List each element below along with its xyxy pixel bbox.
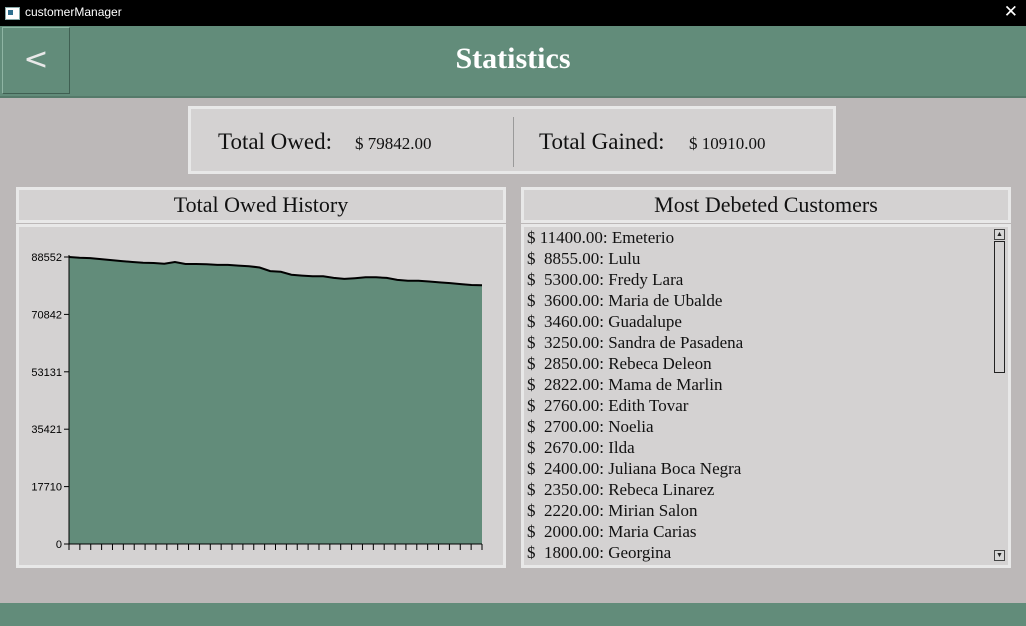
total-owed-label: Total Owed: [218, 129, 333, 154]
total-gained-label: Total Gained: [539, 129, 665, 154]
debtor-list-item[interactable]: $ 3250.00: Sandra de Pasadena [524, 332, 1008, 353]
history-panel-title: Total Owed History [16, 187, 506, 223]
debtor-list-item[interactable]: $ 3600.00: Maria de Ubalde [524, 290, 1008, 311]
y-tick-label: 35421 [31, 424, 62, 436]
debtor-list-item[interactable]: $ 5300.00: Fredy Lara [524, 269, 1008, 290]
app-icon [5, 7, 20, 20]
debtor-list-item[interactable]: $ 2850.00: Rebeca Deleon [524, 353, 1008, 374]
history-chart-panel: 0 17710 35421 53131 70842 88552 [16, 224, 506, 568]
debtors-list[interactable]: $ 11400.00: Emeterio $ 8855.00: Lulu $ 530… [521, 224, 1011, 568]
page-title: Statistics [455, 42, 571, 75]
y-tick-label: 70842 [31, 309, 62, 321]
debtor-list-item[interactable]: $ 2822.00: Mama de Marlin [524, 374, 1008, 395]
debtor-list-item[interactable]: $ 8855.00: Lulu [524, 248, 1008, 269]
debtor-list-item[interactable]: $ 2220.00: Mirian Salon [524, 500, 1008, 521]
close-icon[interactable]: ✕ [1004, 2, 1018, 22]
window-title: customerManager [25, 5, 122, 19]
debtors-scrollbar[interactable]: ▲ ▼ [994, 227, 1007, 563]
debtor-list-item[interactable]: $ 2000.00: Maria Carias [524, 521, 1008, 542]
debtor-list-item[interactable]: $ 2760.00: Edith Tovar [524, 395, 1008, 416]
debtor-list-item[interactable]: $ 2700.00: Noelia [524, 416, 1008, 437]
debtor-list-item[interactable]: $ 2400.00: Juliana Boca Negra [524, 458, 1008, 479]
y-tick-label: 0 [56, 539, 62, 551]
debtor-list-item[interactable]: $ 3460.00: Guadalupe [524, 311, 1008, 332]
y-tick-label: 53131 [31, 367, 62, 379]
owed-area [69, 257, 482, 544]
debtor-list-item[interactable]: $ 11400.00: Emeterio [524, 227, 1008, 248]
owed-history-chart: 0 17710 35421 53131 70842 88552 [31, 252, 483, 551]
total-gained-value: $ 10910.00 [689, 134, 766, 153]
window-titlebar: customerManager ✕ [0, 0, 1026, 26]
total-owed-value: $ 79842.00 [355, 134, 432, 153]
totals-divider [513, 117, 514, 167]
debtor-list-item[interactable]: $ 1800.00: Georgina [524, 542, 1008, 563]
scroll-down-icon[interactable]: ▼ [994, 550, 1005, 561]
y-tick-label: 88552 [31, 252, 62, 264]
debtor-list-item[interactable]: $ 2670.00: Ilda [524, 437, 1008, 458]
footer-bar [0, 603, 1026, 626]
debtors-panel-title: Most Debeted Customers [521, 187, 1011, 223]
scroll-thumb[interactable] [994, 241, 1005, 373]
y-tick-label: 17710 [31, 482, 62, 494]
totals-panel: Total Owed: $ 79842.00 Total Gained: $ 1… [188, 106, 836, 174]
scroll-up-icon[interactable]: ▲ [994, 229, 1005, 240]
debtor-list-item[interactable]: $ 2350.00: Rebeca Linarez [524, 479, 1008, 500]
header-bar: < Statistics [0, 26, 1026, 98]
